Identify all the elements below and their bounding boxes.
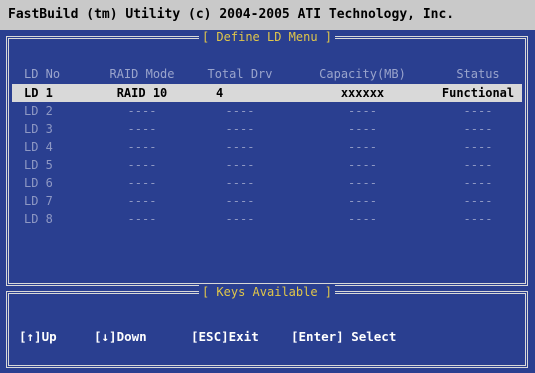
ld-capacity-cell: ---- [348,158,377,172]
ld-status-cell: ---- [463,122,493,136]
ld-row[interactable]: LD 3 ---- ---- ---- ---- [12,120,522,138]
ld-ld-number-cell: LD 2 [24,104,53,118]
ld-ld-number-cell: LD 6 [24,176,53,190]
ld-total-drives-cell: ---- [225,122,255,136]
ld-status-cell: ---- [463,158,493,172]
ld-status-cell: ---- [463,212,493,226]
ld-total-drives-cell: ---- [225,158,255,172]
ld-ld-number-cell: LD 8 [24,212,53,226]
ld-raid-mode-cell: ---- [127,194,157,208]
define-ld-menu-title: [ Define LD Menu ] [198,30,336,44]
ld-total-drives-cell: 4 [216,86,224,100]
ld-row[interactable]: LD 5 ---- ---- ---- ---- [12,156,522,174]
ld-table: LD No RAID Mode Total Drv Capacity(MB) S… [12,64,522,228]
ld-capacity-cell: ---- [348,122,377,136]
utility-title: FastBuild (tm) Utility (c) 2004-2005 ATI… [0,0,535,30]
ld-capacity-cell: ---- [348,176,377,190]
ld-status-cell: ---- [463,176,493,190]
ld-status-cell: ---- [463,140,493,154]
ld-capacity-cell: xxxxxx [340,86,385,100]
ld-capacity-cell: ---- [348,212,377,226]
column-header-ld-no: LD No [24,67,61,81]
keys-available-panel: [ Keys Available ] [↑]Up [↓]Down [ESC]Ex… [6,285,528,368]
ld-ld-number-cell: LD 4 [24,140,53,154]
ld-table-header: LD No RAID Mode Total Drv Capacity(MB) S… [12,64,522,84]
column-header-raid-mode: RAID Mode [109,67,175,81]
ld-row[interactable]: LD 1 RAID 10 4 xxxxxx Functional [12,84,522,102]
ld-capacity-cell: ---- [348,194,377,208]
ld-capacity-cell: ---- [348,104,377,118]
ld-ld-number-cell: LD 5 [24,158,53,172]
key-enter-select: [Enter] Select [291,329,397,344]
define-ld-menu-panel: [ Define LD Menu ] LD No RAID Mode Total… [6,30,528,286]
ld-raid-mode-cell: ---- [127,104,157,118]
ld-raid-mode-cell: ---- [127,140,157,154]
ld-status-cell: ---- [463,194,493,208]
key-down: [↓]Down [94,329,147,344]
key-up: [↑]Up [19,329,57,344]
ld-status-cell: Functional [441,86,515,100]
ld-capacity-cell: ---- [348,140,377,154]
ld-row[interactable]: LD 8 ---- ---- ---- ---- [12,210,522,228]
column-header-capacity: Capacity(MB) [319,67,406,81]
ld-raid-mode-cell: ---- [127,212,157,226]
ld-status-cell: ---- [463,104,493,118]
key-esc-exit: [ESC]Exit [191,329,259,344]
ld-total-drives-cell: ---- [225,176,255,190]
ld-raid-mode-cell: ---- [127,176,157,190]
column-header-status: Status [456,67,500,81]
ld-ld-number-cell: LD 3 [24,122,53,136]
ld-row[interactable]: LD 6 ---- ---- ---- ---- [12,174,522,192]
ld-row[interactable]: LD 4 ---- ---- ---- ---- [12,138,522,156]
ld-total-drives-cell: ---- [225,140,255,154]
ld-raid-mode-cell: ---- [127,158,157,172]
ld-total-drives-cell: ---- [225,104,255,118]
ld-total-drives-cell: ---- [225,194,255,208]
ld-row[interactable]: LD 2 ---- ---- ---- ---- [12,102,522,120]
ld-ld-number-cell: LD 1 [24,86,53,100]
keys-available-title: [ Keys Available ] [198,285,336,299]
column-header-total-drv: Total Drv [207,67,273,81]
ld-total-drives-cell: ---- [225,212,255,226]
bios-screen: FastBuild (tm) Utility (c) 2004-2005 ATI… [0,0,535,373]
ld-raid-mode-cell: RAID 10 [116,86,168,100]
ld-ld-number-cell: LD 7 [24,194,53,208]
ld-row[interactable]: LD 7 ---- ---- ---- ---- [12,192,522,210]
ld-raid-mode-cell: ---- [127,122,157,136]
